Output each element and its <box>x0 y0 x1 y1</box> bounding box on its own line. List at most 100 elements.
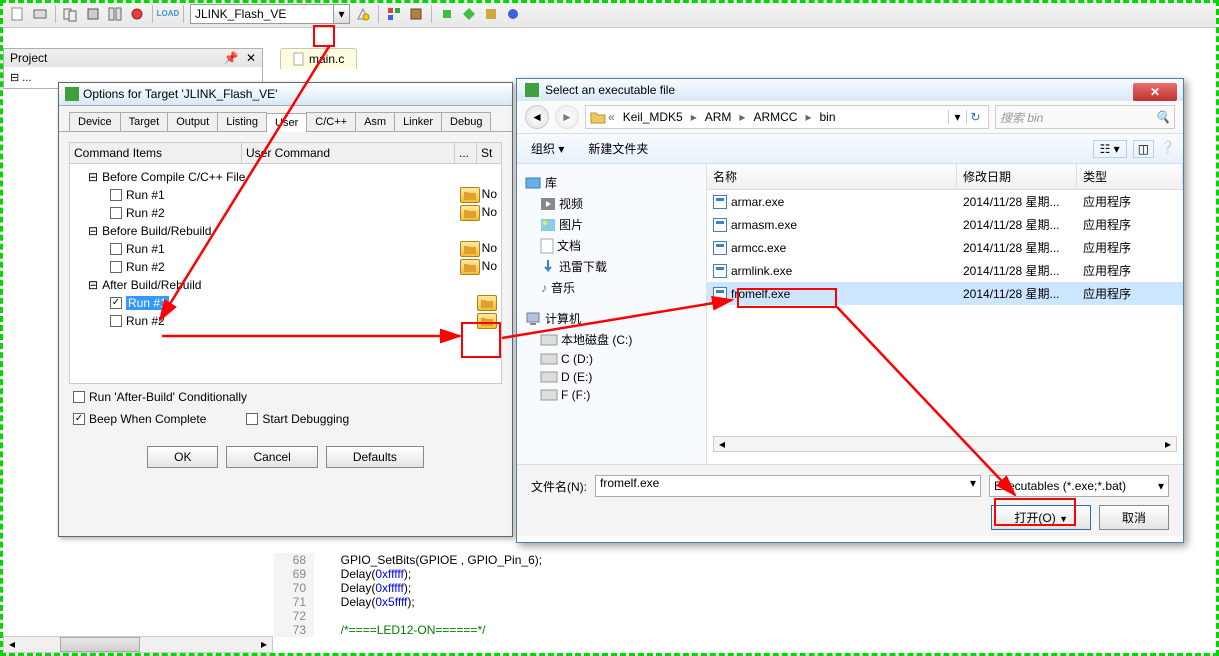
close-button[interactable]: ✕ <box>1133 83 1177 101</box>
sidebar-video[interactable]: 视频 <box>521 193 702 214</box>
checkbox-bc-run2[interactable] <box>110 207 122 219</box>
checkbox-bb-run1[interactable] <box>110 243 122 255</box>
cancel-button[interactable]: 取消 <box>1099 505 1169 530</box>
header-date[interactable]: 修改日期 <box>957 164 1077 189</box>
tab-device[interactable]: Device <box>69 112 121 131</box>
new-folder-button[interactable]: 新建文件夹 <box>582 138 654 159</box>
tab-listing[interactable]: Listing <box>217 112 267 131</box>
back-button[interactable]: ◄ <box>525 105 549 129</box>
rebuild-icon[interactable] <box>84 5 102 23</box>
ok-button[interactable]: OK <box>147 446 218 468</box>
tab-debug[interactable]: Debug <box>441 112 491 131</box>
header-type[interactable]: 类型 <box>1077 164 1183 189</box>
bc-bin[interactable]: bin <box>813 106 841 128</box>
close-icon[interactable]: ✕ <box>246 51 256 65</box>
sidebar-xunlei[interactable]: 迅雷下载 <box>521 256 702 277</box>
beep-check[interactable]: Beep When Complete <box>73 412 206 426</box>
tab-user[interactable]: User <box>266 113 307 132</box>
checkbox-bc-run1[interactable] <box>110 189 122 201</box>
file-icon[interactable] <box>9 5 27 23</box>
sidebar-documents[interactable]: 文档 <box>521 235 702 256</box>
sidebar-drive-e[interactable]: D (E:) <box>521 368 702 386</box>
exe-icon <box>713 195 727 209</box>
bc-keil[interactable]: Keil_MDK5 <box>617 106 689 128</box>
bc-armcc[interactable]: ARMCC <box>747 106 803 128</box>
forward-button[interactable]: ► <box>555 105 579 129</box>
sidebar-pictures[interactable]: 图片 <box>521 214 702 235</box>
folder-icon <box>590 109 606 125</box>
search-placeholder: 搜索 bin <box>1000 109 1043 126</box>
checkbox-ab-run2[interactable] <box>110 315 122 327</box>
build-all-icon[interactable] <box>62 5 80 23</box>
file-row[interactable]: armasm.exe2014/11/28 星期...应用程序 <box>707 213 1183 236</box>
scroll-left-icon[interactable]: ◂ <box>714 437 730 451</box>
horizontal-scrollbar[interactable]: ◂ ▸ <box>3 636 273 653</box>
sidebar-libraries[interactable]: 库 <box>521 172 702 193</box>
open-button[interactable]: 打开(O) ▼ <box>991 505 1091 530</box>
scroll-right-icon[interactable]: ▸ <box>1160 437 1176 451</box>
tab-asm[interactable]: Asm <box>355 112 395 131</box>
file-filter-combo[interactable]: Executables (*.exe;*.bat)▾ <box>989 475 1169 497</box>
tab-cpp[interactable]: C/C++ <box>306 112 356 131</box>
load-icon[interactable]: LOAD <box>159 5 177 23</box>
file-row[interactable]: fromelf.exe2014/11/28 星期...应用程序 <box>707 282 1183 305</box>
file-row[interactable]: armlink.exe2014/11/28 星期...应用程序 <box>707 259 1183 282</box>
browse-button[interactable] <box>460 241 480 257</box>
event-icon[interactable] <box>482 5 500 23</box>
refresh-icon[interactable]: ↻ <box>966 110 984 124</box>
browse-button[interactable] <box>460 187 480 203</box>
before-compile-node[interactable]: Before Compile C/C++ File <box>102 170 245 184</box>
rte-icon[interactable] <box>460 5 478 23</box>
file-type: 应用程序 <box>1077 261 1137 280</box>
defaults-button[interactable]: Defaults <box>326 446 424 468</box>
file-row[interactable]: armar.exe2014/11/28 星期...应用程序 <box>707 190 1183 213</box>
preview-button[interactable]: ◫ <box>1133 140 1154 158</box>
browse-button[interactable] <box>477 313 497 329</box>
view-button[interactable]: ☷ ▾ <box>1093 140 1127 158</box>
manage-icon[interactable] <box>385 5 403 23</box>
tab-linker[interactable]: Linker <box>394 112 442 131</box>
header-name[interactable]: 名称 <box>707 164 957 189</box>
bb-run1-label: Run #1 <box>126 242 165 256</box>
build-icon[interactable] <box>31 5 49 23</box>
tab-main-c[interactable]: main.c <box>280 48 357 69</box>
debug-icon[interactable] <box>504 5 522 23</box>
command-grid-header: Command Items User Command ... St <box>69 142 502 164</box>
scrollbar-thumb[interactable] <box>60 637 140 652</box>
pack-icon[interactable] <box>438 5 456 23</box>
help-icon[interactable]: ❔ <box>1160 140 1175 158</box>
file-dialog: Select an executable file ✕ ◄ ► « Keil_M… <box>516 78 1184 543</box>
checkbox-bb-run2[interactable] <box>110 261 122 273</box>
options-button[interactable] <box>354 5 372 23</box>
after-build-conditional-check[interactable]: Run 'After-Build' Conditionally <box>73 390 498 404</box>
stop-build-icon[interactable] <box>128 5 146 23</box>
pin-icon[interactable]: 📌 <box>224 51 239 65</box>
cancel-button[interactable]: Cancel <box>226 446 317 468</box>
organize-button[interactable]: 组织 ▾ <box>525 138 570 159</box>
file-row[interactable]: armcc.exe2014/11/28 星期...应用程序 <box>707 236 1183 259</box>
start-debug-check[interactable]: Start Debugging <box>246 412 349 426</box>
browse-button[interactable] <box>460 259 480 275</box>
checkbox-ab-run1[interactable] <box>110 297 122 309</box>
bc-arm[interactable]: ARM <box>699 106 738 128</box>
code-editor[interactable]: 68 GPIO_SetBits(GPIOE , GPIO_Pin_6);69 D… <box>274 553 1216 653</box>
sidebar-music[interactable]: ♪音乐 <box>521 277 702 298</box>
chevron-down-icon[interactable]: ▾ <box>948 110 966 124</box>
search-input[interactable]: 搜索 bin 🔍 <box>995 105 1175 129</box>
tab-output[interactable]: Output <box>167 112 218 131</box>
chevron-down-icon[interactable]: ▾ <box>333 5 349 23</box>
sidebar-drive-f[interactable]: F (F:) <box>521 386 702 404</box>
batch-icon[interactable] <box>106 5 124 23</box>
sidebar-computer[interactable]: 计算机 <box>521 308 702 329</box>
before-build-node[interactable]: Before Build/Rebuild <box>102 224 211 238</box>
books-icon[interactable] <box>407 5 425 23</box>
breadcrumb[interactable]: « Keil_MDK5▸ ARM▸ ARMCC▸ bin ▾ ↻ <box>585 105 989 129</box>
target-select-combo[interactable]: JLINK_Flash_VE ▾ <box>190 4 350 24</box>
sidebar-drive-d[interactable]: C (D:) <box>521 350 702 368</box>
filename-input[interactable]: fromelf.exe▾ <box>595 475 981 497</box>
sidebar-drive-c[interactable]: 本地磁盘 (C:) <box>521 329 702 350</box>
browse-after-run1-button[interactable] <box>477 295 497 311</box>
after-build-node[interactable]: After Build/Rebuild <box>102 278 201 292</box>
tab-target[interactable]: Target <box>120 112 169 131</box>
browse-button[interactable] <box>460 205 480 221</box>
